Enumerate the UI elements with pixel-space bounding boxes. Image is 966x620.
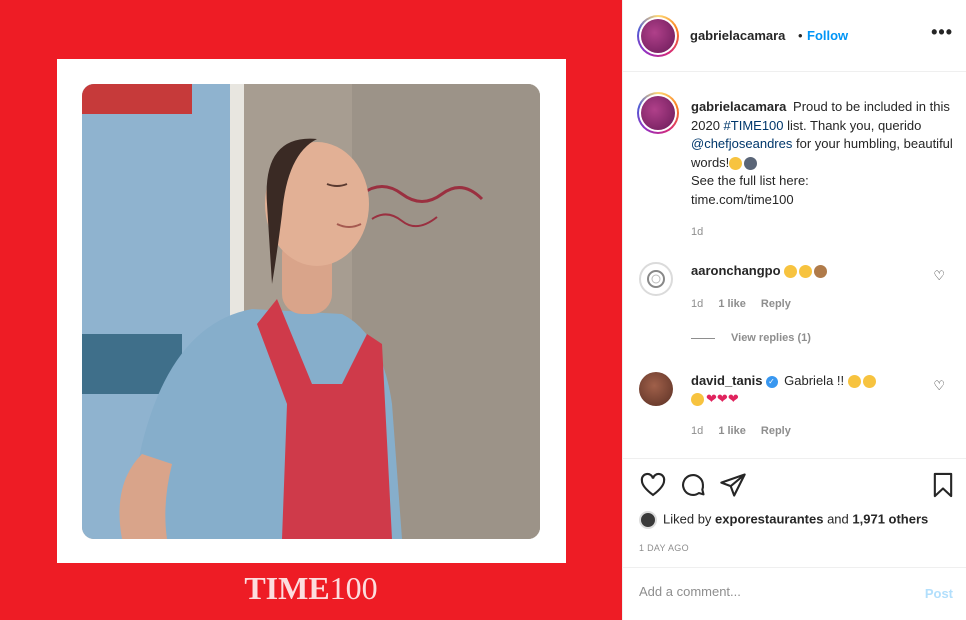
emoji-icon bbox=[729, 156, 743, 170]
caption-timestamp: 1d bbox=[691, 226, 704, 238]
caption-text: gabrielacamara Proud to be included in t… bbox=[691, 98, 953, 209]
comment-text: aaronchangpo bbox=[691, 262, 921, 280]
post-media-panel: TIME100 bbox=[0, 0, 622, 620]
red-heart-icon: ❤ bbox=[727, 391, 739, 406]
like-heart-icon[interactable] bbox=[639, 471, 667, 499]
commenter-username[interactable]: aaronchangpo bbox=[691, 263, 781, 278]
add-comment-input[interactable] bbox=[639, 584, 899, 599]
avatar-logo-icon bbox=[647, 270, 665, 288]
emoji-icon bbox=[691, 393, 704, 407]
reply-button[interactable]: Reply bbox=[761, 425, 791, 437]
caption-username[interactable]: gabrielacamara bbox=[691, 99, 786, 114]
red-heart-icon: ❤ bbox=[706, 391, 717, 406]
emoji-icon bbox=[814, 265, 828, 279]
author-avatar-border bbox=[639, 17, 677, 55]
view-replies-label: View replies (1) bbox=[731, 332, 811, 344]
liked-prefix: Liked by bbox=[663, 511, 712, 527]
time100-logo: TIME100 bbox=[0, 570, 622, 607]
time-logo-number: 100 bbox=[329, 570, 378, 606]
bookmark-icon[interactable] bbox=[929, 471, 957, 499]
caption-text-part-4: See the full list here: bbox=[691, 173, 809, 188]
comment-icon[interactable] bbox=[679, 471, 707, 499]
follow-button[interactable]: Follow bbox=[807, 28, 848, 43]
author-avatar-image bbox=[641, 19, 675, 53]
hashtag-link[interactable]: #TIME100 bbox=[724, 118, 784, 133]
liked-by-text: Liked by exporestaurantes and 1,971 othe… bbox=[639, 511, 928, 529]
time-logo-word: TIME bbox=[244, 570, 330, 606]
comment-time: 1d bbox=[691, 425, 704, 437]
emoji-icon bbox=[799, 265, 813, 279]
view-replies-line bbox=[691, 337, 715, 339]
view-replies-button[interactable]: View replies (1) bbox=[691, 332, 811, 344]
caption-text-part-2: list. Thank you, querido bbox=[783, 117, 922, 133]
liked-user[interactable]: exporestaurantes bbox=[715, 511, 823, 526]
photo-illustration bbox=[82, 84, 540, 539]
add-comment-bar: Post bbox=[623, 567, 966, 620]
paper-plane-icon bbox=[720, 473, 746, 497]
emoji-icon bbox=[784, 265, 798, 279]
liked-and: and bbox=[827, 511, 849, 527]
comment-body: Gabriela !! bbox=[784, 373, 845, 388]
caption-avatar-image bbox=[641, 96, 675, 130]
share-icon[interactable] bbox=[719, 471, 747, 499]
commenter-avatar[interactable] bbox=[639, 262, 673, 296]
emoji-icon bbox=[862, 375, 876, 389]
commenter-username[interactable]: david_tanis bbox=[691, 373, 763, 388]
caption-avatar[interactable] bbox=[637, 92, 679, 134]
comment-like-heart-icon[interactable]: ♡ bbox=[933, 268, 945, 284]
save-bookmark-icon bbox=[933, 472, 953, 498]
comment-time: 1d bbox=[691, 298, 704, 310]
comment-likes[interactable]: 1 like bbox=[718, 298, 746, 310]
praying-emoji-icon bbox=[744, 156, 758, 170]
speech-bubble-icon bbox=[682, 474, 705, 496]
red-heart-icon: ❤ bbox=[716, 391, 728, 406]
comment-like-heart-icon[interactable]: ♡ bbox=[933, 378, 945, 394]
commenter-avatar[interactable] bbox=[639, 372, 673, 406]
author-avatar[interactable] bbox=[637, 15, 679, 57]
verified-badge-icon: ✓ bbox=[765, 375, 778, 388]
comment-text: david_tanis ✓ Gabriela !! ❤❤❤ bbox=[691, 372, 921, 408]
heart-outline-icon bbox=[640, 472, 666, 497]
caption-url[interactable]: time.com/time100 bbox=[691, 192, 794, 207]
author-username[interactable]: gabrielacamara bbox=[690, 28, 785, 43]
liked-count[interactable]: 1,971 others bbox=[852, 511, 928, 526]
more-options-icon[interactable]: ••• bbox=[931, 22, 953, 43]
post-side-panel: gabrielacamara • Follow ••• gabrielacama… bbox=[622, 0, 966, 620]
reply-button[interactable]: Reply bbox=[761, 298, 791, 310]
post-header: gabrielacamara • Follow ••• bbox=[623, 0, 966, 72]
post-time-ago: 1 DAY AGO bbox=[639, 543, 689, 553]
post-actions: Liked by exporestaurantes and 1,971 othe… bbox=[623, 458, 966, 620]
comment-meta: 1d 1 like Reply bbox=[691, 425, 803, 437]
post-comment-button[interactable]: Post bbox=[925, 586, 953, 601]
emoji-icon bbox=[847, 375, 861, 389]
mention-link[interactable]: @chefjoseandres bbox=[691, 136, 792, 151]
caption-avatar-border bbox=[639, 94, 677, 132]
post-photo[interactable] bbox=[82, 84, 540, 539]
comment-likes[interactable]: 1 like bbox=[718, 425, 746, 437]
liker-avatar[interactable] bbox=[639, 511, 657, 529]
header-separator: • bbox=[798, 28, 803, 43]
comment-meta: 1d 1 like Reply bbox=[691, 298, 803, 310]
